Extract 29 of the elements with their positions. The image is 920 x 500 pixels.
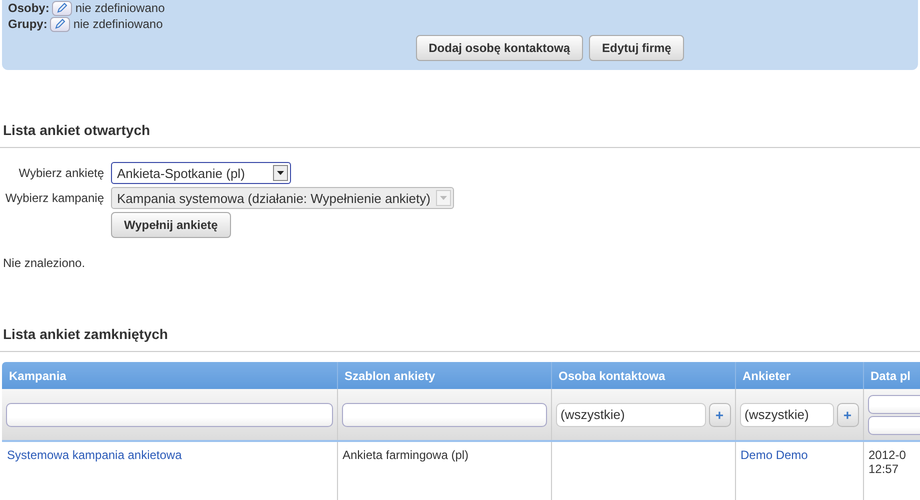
table-cell: 2012-0 12:57 [868,448,906,476]
date-from-field[interactable] [868,394,920,414]
panel-button[interactable]: Dodaj osobę kontaktową [416,35,583,61]
add-filter-button[interactable]: + [708,402,730,426]
table-link[interactable]: Demo Demo [740,448,808,462]
add-filter-button[interactable]: + [836,402,858,426]
edit-button[interactable] [50,16,70,32]
field-label: Osoby: [8,1,50,15]
filter-field[interactable]: (wszystkie) [556,402,706,426]
table-link[interactable]: Systemowa kampania ankietowa [7,448,182,462]
edit-button[interactable] [52,0,72,16]
pencil-icon [54,18,66,30]
filter-field[interactable] [6,402,332,426]
pencil-icon [56,2,68,14]
table-cell: Ankieta farmingowa (pl) [342,448,469,462]
section-title: Lista ankiet otwartych [3,122,152,140]
empty-message: Nie znaleziono. [3,256,86,270]
select-label: Wybierz ankietę [18,166,104,180]
field-label: Grupy: [8,17,48,31]
fill-survey-button[interactable]: Wypełnij ankietę [111,212,231,238]
panel-button[interactable]: Edytuj firmę [589,35,684,61]
field-value: nie zdefiniowano [75,1,165,15]
select-label: Wybierz kampanię [5,191,104,205]
date-to-field[interactable] [868,416,920,434]
filter-field[interactable] [342,402,546,426]
section-title: Lista ankiet zamkniętych [3,326,169,344]
filter-field[interactable]: (wszystkie) [740,402,834,426]
dropdown[interactable]: Ankieta-Spotkanie (pl) [111,162,291,184]
field-value: nie zdefiniowano [73,17,163,31]
